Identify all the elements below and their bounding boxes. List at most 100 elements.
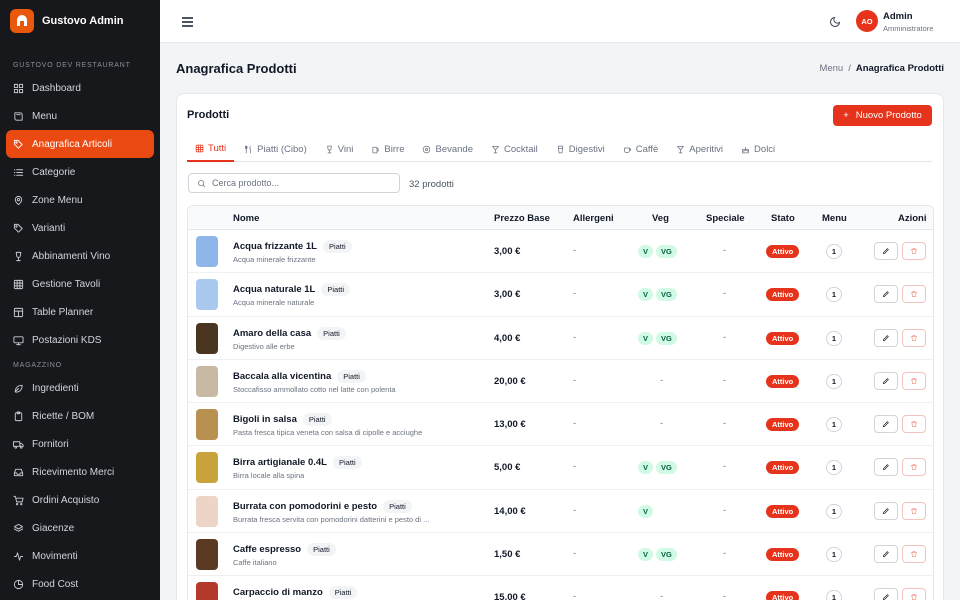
product-name-cell: Amaro della casa Piatti [233,326,346,340]
new-product-button[interactable]: + Nuovo Prodotto [833,105,932,126]
tab-aperitivi[interactable]: Aperitivi [668,137,731,161]
product-thumbnail [196,539,218,571]
sidebar-item-food-cost[interactable]: Food Cost [6,570,154,598]
sidebar-nav-warehouse: Ingredienti Ricette / BOM Fornitori Ricevim… [0,374,160,598]
tab-cocktail[interactable]: Cocktail [483,137,546,161]
sidebar-item-varianti[interactable]: Varianti [6,214,154,242]
tab-tutti[interactable]: Tutti [187,137,235,162]
sidebar-item-label: Giacenze [32,522,75,534]
allergens-value: - [573,548,577,560]
table-row[interactable]: Birra artigianale 0.4L Piatti Birra locale… [188,446,933,490]
sidebar-item-giacenze[interactable]: Giacenze [6,514,154,542]
veg-empty: - [660,591,664,600]
product-thumbnail [196,495,218,527]
sidebar-item-ordini-acquisto[interactable]: Ordini Acquisto [6,486,154,514]
delete-button[interactable] [902,458,926,477]
hamburger-menu-icon[interactable] [182,15,193,27]
sidebar-item-ingredienti[interactable]: Ingredienti [6,374,154,402]
tab-birre[interactable]: Birre [363,137,412,161]
edit-button[interactable] [874,545,898,564]
product-description: Birra locale alla spina [233,471,305,481]
col-prezzo[interactable]: Prezzo Base [494,213,550,224]
tab-label: Birre [384,143,405,155]
sidebar-section-restaurant: GUSTOVO DEV RESTAURANT [13,62,131,69]
trash-icon [911,421,917,428]
tab-label: Dolci [754,143,776,155]
monitor-icon [13,335,24,345]
allergens-value: - [573,288,577,300]
sidebar-item-movimenti[interactable]: Movimenti [6,542,154,570]
tab-piatti-cibo[interactable]: Piatti (Cibo) [236,137,315,161]
page-title: Anagrafica Prodotti [176,61,297,76]
delete-button[interactable] [902,328,926,347]
sidebar-item-zone-menu[interactable]: Zone Menu [6,186,154,214]
special-value: - [723,504,727,516]
table-row[interactable]: Amaro della casa Piatti Digestivo alle erb… [188,317,933,360]
pencil-icon [883,508,889,514]
tab-bevande[interactable]: Bevande [414,137,481,161]
dark-mode-moon-icon[interactable] [829,15,841,27]
table-row[interactable]: Bigoli in salsa Piatti Pasta fresca tipica… [188,403,933,447]
delete-button[interactable] [902,242,926,260]
truck-icon [13,440,24,449]
table-row[interactable]: Carpaccio di manzo Piatti 15,00 € - - - Attivo… [188,576,933,600]
delete-button[interactable] [902,371,926,390]
table-row[interactable]: Acqua frizzante 1L Piatti Acqua minerale f… [188,230,933,274]
tab-dolci[interactable]: Dolci [733,137,783,161]
products-card: Prodotti + Nuovo Prodotto Tutti Piatti (C… [176,93,944,600]
edit-button[interactable] [874,501,898,520]
edit-button[interactable] [874,285,898,304]
status-badge: Attivo [766,418,800,432]
search-icon [198,179,206,187]
sidebar-item-table-planner[interactable]: Table Planner [6,298,154,326]
tab-vini[interactable]: Vini [317,137,362,161]
veg-empty: - [660,374,664,386]
user-name[interactable]: Admin [883,11,913,22]
sidebar-item-ricette-bom[interactable]: Ricette / BOM [6,402,154,430]
delete-button[interactable] [902,285,926,304]
sidebar-item-ricevimento-merci[interactable]: Ricevimento Merci [6,458,154,486]
layers-icon [13,523,24,532]
allergens-value: - [573,245,577,256]
allergens-value: - [573,418,577,430]
edit-button[interactable] [874,588,898,600]
edit-button[interactable] [874,242,898,260]
delete-button[interactable] [902,588,926,600]
sidebar-item-categorie[interactable]: Categorie [6,158,154,186]
search-input[interactable] [212,178,392,188]
delete-button[interactable] [902,545,926,564]
sidebar-item-abbinamenti-vino[interactable]: Abbinamenti Vino [6,242,154,270]
sidebar-item-anagrafica-articoli[interactable]: Anagrafica Articoli [6,130,154,158]
tab-label: Bevande [435,143,473,155]
breadcrumb-parent-link[interactable]: Menu [819,63,843,74]
status-badge: Attivo [766,374,800,388]
sidebar-item-postazioni-kds[interactable]: Postazioni KDS [6,326,154,354]
table-row[interactable]: Baccala alla vicentina Piatti Stoccafisso … [188,360,933,404]
table-row[interactable]: Caffe espresso Piatti Caffe italiano 1,50 €… [188,533,933,577]
category-badge: Piatti [307,543,336,557]
brand[interactable]: Gustovo Admin [0,0,160,42]
special-value: - [723,288,727,300]
col-nome[interactable]: Nome [233,213,259,224]
tab-digestivi[interactable]: Digestivi [548,137,613,161]
table-row[interactable]: Burrata con pomodorini e pesto Piatti Burr… [188,490,933,534]
user-avatar[interactable]: AO [856,10,878,32]
edit-button[interactable] [874,328,898,347]
sidebar-item-gestione-tavoli[interactable]: Gestione Tavoli [6,270,154,298]
sidebar-item-label: Abbinamenti Vino [32,250,111,262]
veg-badge: V [638,245,654,258]
sidebar-item-dashboard[interactable]: Dashboard [6,74,154,102]
table-row[interactable]: Acqua naturale 1L Piatti Acqua minerale na… [188,273,933,317]
delete-button[interactable] [902,501,926,520]
edit-button[interactable] [874,415,898,434]
tag-icon [13,223,23,233]
edit-button[interactable] [874,371,898,390]
sidebar-item-fornitori[interactable]: Fornitori [6,430,154,458]
delete-button[interactable] [902,415,926,434]
tab-caff[interactable]: Caffè [615,137,667,161]
product-name-cell: Carpaccio di manzo Piatti [233,586,358,600]
edit-button[interactable] [874,458,898,477]
tab-label: Aperitivi [689,143,724,155]
sidebar-item-menu[interactable]: Menu [6,102,154,130]
product-name-cell: Bigoli in salsa Piatti [233,413,332,427]
